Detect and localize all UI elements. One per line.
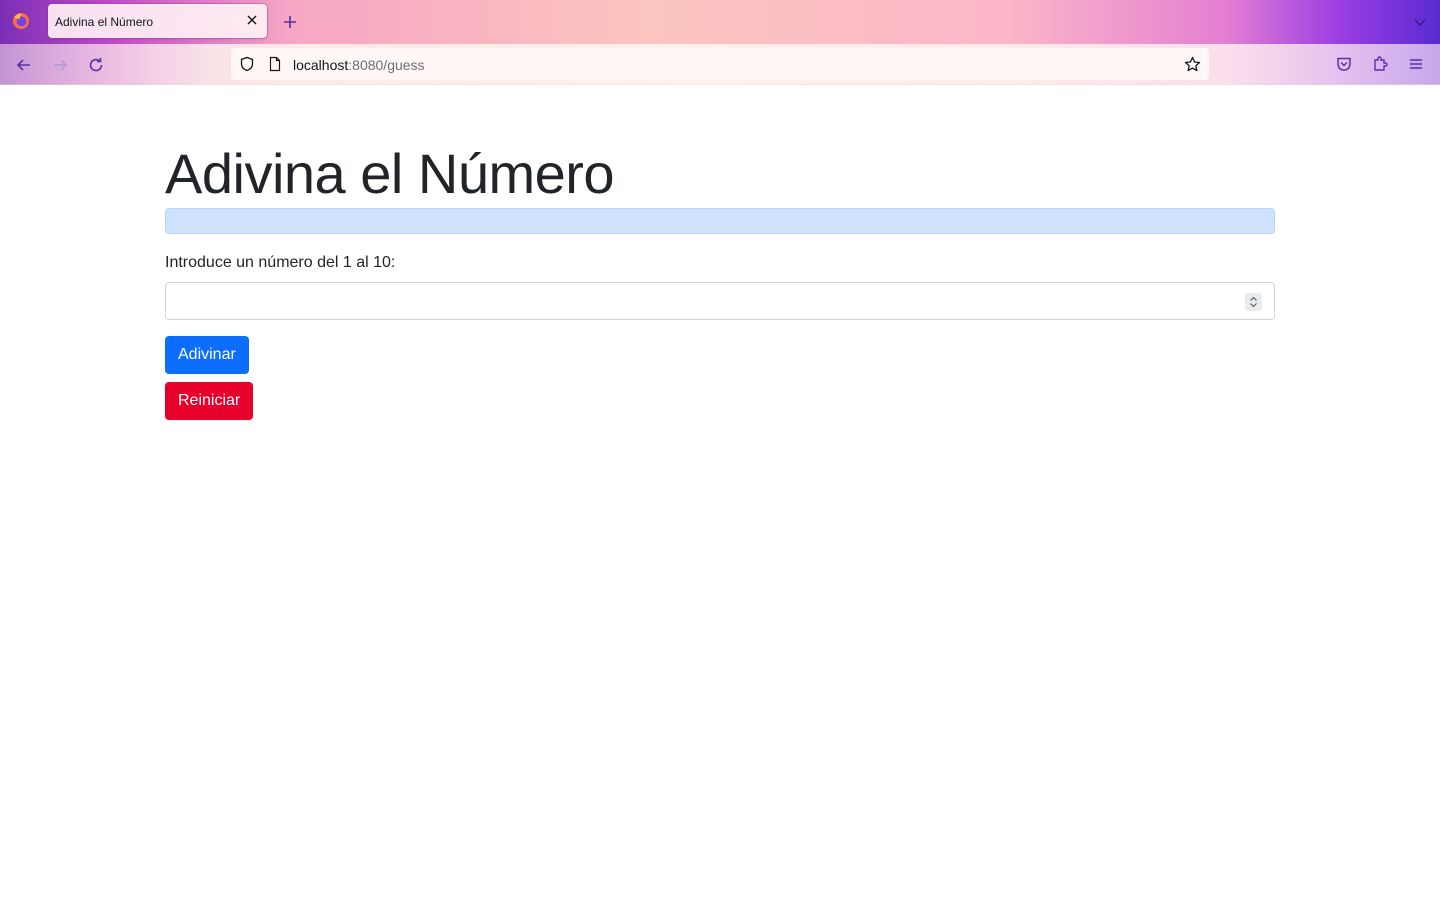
tab-title: Adivina el Número (55, 15, 154, 29)
tab-strip: Adivina el Número (0, 0, 1440, 44)
back-arrow-icon[interactable] (14, 55, 34, 75)
chevron-down-icon[interactable] (1412, 14, 1428, 30)
hamburger-menu-icon[interactable] (1407, 55, 1425, 73)
browser-chrome: Adivina el Número localhost:8080/guess (0, 0, 1440, 85)
url-host: localhost (293, 57, 349, 73)
url-text[interactable]: localhost:8080/guess (293, 57, 425, 73)
pocket-icon[interactable] (1335, 55, 1353, 73)
guess-button[interactable]: Adivinar (165, 336, 249, 374)
star-icon[interactable] (1184, 56, 1201, 73)
url-path: :8080/guess (348, 57, 425, 73)
number-spinner-icon[interactable] (1245, 293, 1262, 311)
plus-icon[interactable] (280, 12, 300, 32)
tab-active[interactable]: Adivina el Número (48, 4, 267, 38)
reset-button[interactable]: Reiniciar (165, 382, 254, 420)
page-icon[interactable] (267, 56, 283, 72)
shield-icon[interactable] (239, 56, 255, 72)
extensions-icon[interactable] (1371, 55, 1389, 73)
guess-input-label: Introduce un número del 1 al 10: (165, 254, 396, 271)
url-bar[interactable]: localhost:8080/guess (231, 48, 1209, 80)
close-icon[interactable] (245, 13, 259, 27)
firefox-logo-icon[interactable] (11, 11, 31, 31)
reload-icon[interactable] (86, 55, 106, 75)
page-title: Adivina el Número (165, 142, 615, 205)
guess-number-input[interactable] (165, 282, 1275, 320)
forward-arrow-icon[interactable] (50, 55, 70, 75)
info-alert (165, 208, 1275, 234)
